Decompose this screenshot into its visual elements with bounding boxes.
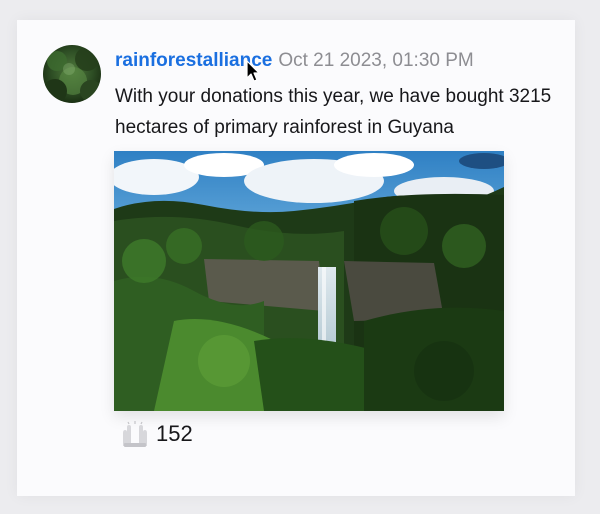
post-card: rainforestalliance Oct 21 2023, 01:30 PM … bbox=[17, 20, 575, 496]
avatar[interactable] bbox=[43, 45, 101, 103]
post-text: With your donations this year, we have b… bbox=[115, 86, 552, 138]
post-header: rainforestalliance Oct 21 2023, 01:30 PM bbox=[115, 48, 474, 74]
mouse-cursor-icon bbox=[246, 60, 260, 82]
post-timestamp: Oct 21 2023, 01:30 PM bbox=[278, 50, 474, 71]
reaction-count: 152 bbox=[156, 421, 193, 446]
forest-avatar-icon bbox=[43, 45, 101, 103]
waterfall-rainforest-photo bbox=[114, 151, 504, 411]
raised-hands-icon bbox=[120, 421, 150, 447]
post-image[interactable] bbox=[114, 151, 504, 411]
reaction-button[interactable]: 152 bbox=[120, 419, 193, 449]
